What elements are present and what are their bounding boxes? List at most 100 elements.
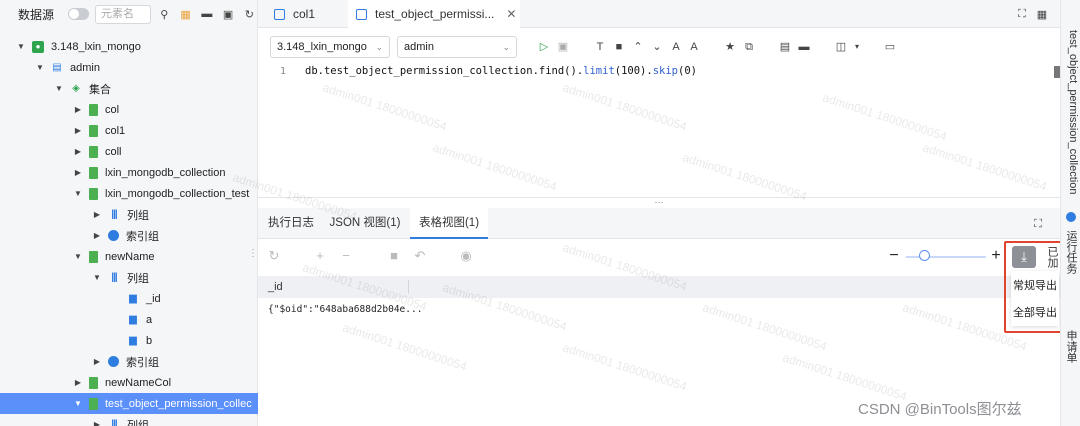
caret-down-icon[interactable]: ▼ xyxy=(73,189,83,198)
refresh-icon[interactable]: ↻ xyxy=(266,246,282,266)
tree-node[interactable]: ▼ lxin_mongodb_collection_test xyxy=(0,183,258,204)
close-icon[interactable]: ✕ xyxy=(506,7,516,21)
folder-icon[interactable]: ▬ xyxy=(199,6,214,22)
tree-node[interactable]: ▶ col xyxy=(0,99,258,120)
query-toolbar: 3.148_lxin_mongo ⌄ admin ⌄ ▷ ▣ T ■ ⌃ ⌄ A… xyxy=(258,36,1060,58)
datasource-toggle[interactable] xyxy=(68,8,90,20)
right-rail: test_object_permission_collection 运行任务 申… xyxy=(1060,0,1080,426)
caret-right-icon[interactable]: ▶ xyxy=(73,126,83,135)
tree-node[interactable]: ▆ b xyxy=(0,330,258,351)
tree-node[interactable]: ▶ lxin_mongodb_collection xyxy=(0,162,258,183)
copy-icon[interactable]: ⧉ xyxy=(741,38,757,56)
fullscreen-icon[interactable]: ⛶ xyxy=(1014,6,1030,22)
caret-right-icon[interactable]: ▶ xyxy=(92,357,102,366)
lock-icon[interactable]: ■ xyxy=(386,246,402,266)
tree-node[interactable]: ▶ newNameCol xyxy=(0,372,258,393)
expand-down-icon[interactable]: ⌄ xyxy=(649,38,665,56)
search-input[interactable]: 元素名 xyxy=(95,4,151,24)
tree-node[interactable]: ▼ ● 3.148_lxin_mongo xyxy=(0,36,258,57)
tree-node[interactable]: ▶ 索引组 xyxy=(0,225,258,246)
font-increase-icon[interactable]: A xyxy=(668,38,684,56)
field-icon: ▆ xyxy=(129,293,137,304)
code-editor[interactable]: 1 db.test_object_permission_collection.f… xyxy=(258,62,1060,197)
caret-down-icon[interactable]: ▼ xyxy=(54,84,64,93)
export-menu: 常规导出 全部导出 xyxy=(1011,271,1059,326)
menu-item-export-all[interactable]: 全部导出 xyxy=(1011,301,1059,325)
format-text-icon[interactable]: T xyxy=(592,38,608,56)
table-cell[interactable]: {"$oid":"648aba688d2b04e... xyxy=(268,304,422,315)
export-download-icon[interactable]: ⤓ xyxy=(1012,246,1036,268)
tree-node[interactable]: ▶ 索引组 xyxy=(0,351,258,372)
maximize-icon[interactable]: ⛶ xyxy=(1030,216,1046,232)
datasource-select[interactable]: 3.148_lxin_mongo ⌄ xyxy=(270,36,390,58)
caret-down-icon[interactable]: ▼ xyxy=(16,42,26,51)
caret-down-icon[interactable]: ▾ xyxy=(849,38,865,56)
tree-node-label: newNameCol xyxy=(105,376,172,389)
zoom-out-icon[interactable]: − xyxy=(886,246,902,266)
monitor-icon[interactable]: ▭ xyxy=(882,38,898,56)
font-decrease-icon[interactable]: A xyxy=(686,38,702,56)
resize-handle[interactable]: ⋮ xyxy=(248,248,258,259)
caret-right-icon[interactable]: ▶ xyxy=(73,378,83,387)
favorite-icon[interactable]: ★ xyxy=(722,38,738,56)
stop-icon[interactable]: ▣ xyxy=(555,38,571,56)
tree-node[interactable]: ▆ a xyxy=(0,309,258,330)
collapse-up-icon[interactable]: ⌃ xyxy=(630,38,646,56)
save-icon[interactable]: ◫ xyxy=(833,38,849,56)
code-line[interactable]: db.test_object_permission_collection.fin… xyxy=(305,65,697,77)
zoom-in-icon[interactable]: + xyxy=(988,246,1004,266)
run-icon[interactable]: ▷ xyxy=(536,38,552,56)
add-row-icon[interactable]: + xyxy=(312,246,328,266)
menu-item-normal-export[interactable]: 常规导出 xyxy=(1011,274,1059,298)
tree-node[interactable]: ▼ ▤ admin xyxy=(0,57,258,78)
caret-down-icon[interactable]: ▼ xyxy=(92,273,102,282)
tab-table-view[interactable]: 表格视图(1) xyxy=(410,208,488,239)
window-icon[interactable]: ▦ xyxy=(1034,6,1050,22)
tree-node[interactable]: ▆ _id xyxy=(0,288,258,309)
zoom-slider-handle[interactable] xyxy=(919,250,930,261)
tree-node[interactable]: ▶ col1 xyxy=(0,120,258,141)
view-icon[interactable]: ◉ xyxy=(458,246,474,266)
collection-icon xyxy=(89,187,98,200)
undo-icon[interactable]: ↶ xyxy=(412,246,428,266)
tab-col1[interactable]: col1 xyxy=(268,0,348,28)
tree-node[interactable]: ▶ ||| 列组 xyxy=(0,414,258,426)
delete-row-icon[interactable]: − xyxy=(338,246,354,266)
panel-splitter[interactable]: ⋯ xyxy=(258,197,1060,207)
tree-node[interactable]: ▼ ◈ 集合 xyxy=(0,78,258,99)
caret-down-icon[interactable]: ▼ xyxy=(35,63,45,72)
caret-right-icon[interactable]: ▶ xyxy=(92,420,102,426)
save-script-icon[interactable]: ▤ xyxy=(777,38,793,56)
caret-right-icon[interactable]: ▶ xyxy=(73,105,83,114)
zoom-slider-track[interactable] xyxy=(906,256,986,258)
caret-right-icon[interactable]: ▶ xyxy=(73,147,83,156)
caret-right-icon[interactable]: ▶ xyxy=(92,210,102,219)
caret-right-icon[interactable]: ▶ xyxy=(92,231,102,240)
column-divider[interactable] xyxy=(408,280,409,294)
column-header-id[interactable]: _id xyxy=(268,281,283,293)
tab-json-view[interactable]: JSON 视图(1) xyxy=(324,208,406,239)
tab-test-object-permission[interactable]: test_object_permissi... ✕ xyxy=(348,0,520,28)
filter-icon[interactable]: ▦ xyxy=(178,6,193,22)
open-folder-icon[interactable]: ▬ xyxy=(796,38,812,56)
tab-execution-log[interactable]: 执行日志 xyxy=(258,208,324,239)
format-brush-icon[interactable]: ■ xyxy=(611,38,627,56)
database-select[interactable]: admin ⌄ xyxy=(397,36,517,58)
tree-node-label: 列组 xyxy=(127,272,149,285)
rail-item-collection[interactable]: test_object_permission_collection xyxy=(1065,30,1079,194)
caret-down-icon[interactable]: ▼ xyxy=(73,399,83,408)
search-icon[interactable]: ⚲ xyxy=(157,6,172,22)
caret-right-icon[interactable]: ▶ xyxy=(73,168,83,177)
tree-node[interactable]: ▼ newName xyxy=(0,246,258,267)
tree-node[interactable]: ▼ test_object_permission_collec xyxy=(0,393,258,414)
caret-down-icon[interactable]: ▼ xyxy=(73,252,83,261)
collapse-all-icon[interactable]: ▣ xyxy=(220,6,235,22)
watermark-text: admin001 18000000054 xyxy=(701,300,829,354)
watermark-text: admin001 18000000054 xyxy=(781,350,909,404)
rail-item-requests[interactable]: 申请单 xyxy=(1065,330,1079,363)
rail-item-running-tasks[interactable]: 运行任务 xyxy=(1065,230,1079,274)
tree-node[interactable]: ▶ ||| 列组 xyxy=(0,204,258,225)
tree-node[interactable]: ▼ ||| 列组 xyxy=(0,267,258,288)
tree-node[interactable]: ▶ coll xyxy=(0,141,258,162)
refresh-icon[interactable]: ↻ xyxy=(242,6,257,22)
